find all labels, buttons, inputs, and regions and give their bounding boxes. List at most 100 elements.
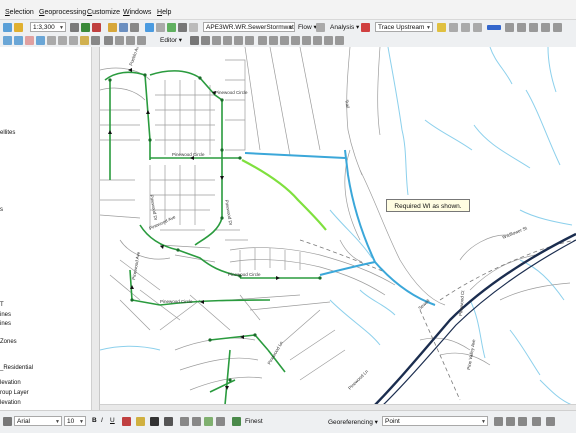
trace-icon[interactable]: [234, 36, 243, 45]
font-color-icon[interactable]: [122, 417, 131, 426]
arctoolbox-icon[interactable]: [108, 23, 117, 32]
point-dropdown[interactable]: Point ▼: [382, 416, 488, 426]
font-size-dropdown[interactable]: 10 ▼: [64, 416, 86, 426]
smoothing-label[interactable]: Finest: [245, 418, 263, 425]
tool-icon[interactable]: [517, 23, 526, 32]
modelbuilder-icon[interactable]: [130, 23, 139, 32]
edit-vertices-icon[interactable]: [258, 36, 267, 45]
color-swatch-icon[interactable]: [487, 25, 501, 30]
tool-icon[interactable]: [506, 417, 515, 426]
flow-menu[interactable]: Flow ▾: [298, 23, 317, 31]
toc-item[interactable]: Zones: [0, 339, 17, 345]
html-popup-icon[interactable]: [189, 23, 198, 32]
python-icon[interactable]: [119, 23, 128, 32]
curve-icon[interactable]: [204, 417, 213, 426]
solve-icon[interactable]: [437, 23, 446, 32]
pan-icon[interactable]: [25, 36, 34, 45]
find-icon[interactable]: [156, 23, 165, 32]
toc-item[interactable]: T: [0, 302, 4, 308]
line-color-icon[interactable]: [150, 417, 159, 426]
measure-icon[interactable]: [167, 23, 176, 32]
identify-icon[interactable]: [145, 23, 154, 32]
toc-item[interactable]: levation: [0, 380, 21, 386]
toc-item[interactable]: roup Layer: [0, 390, 29, 396]
toc-item[interactable]: s: [0, 207, 3, 213]
rotate-icon[interactable]: [302, 36, 311, 45]
menu-customize[interactable]: Customize: [87, 9, 120, 16]
tool-icon[interactable]: [546, 417, 555, 426]
tool-icon[interactable]: [137, 36, 146, 45]
font-dropdown[interactable]: Arial ▼: [14, 416, 62, 426]
hyperlink-icon[interactable]: [178, 23, 187, 32]
select-icon[interactable]: [80, 36, 89, 45]
menu-windows[interactable]: Windows: [123, 9, 151, 16]
zoom-out-icon[interactable]: [14, 36, 23, 45]
toc-item[interactable]: ellites: [0, 130, 15, 136]
open-folder-icon[interactable]: [14, 23, 23, 32]
tool-icon[interactable]: [553, 23, 562, 32]
cut-polygons-icon[interactable]: [280, 36, 289, 45]
reshape-icon[interactable]: [269, 36, 278, 45]
network-layer-dropdown[interactable]: APE3WR.WR.SewerStormwat ▼: [203, 22, 295, 32]
analysis-menu[interactable]: Analysis ▾: [330, 23, 359, 31]
underline-button[interactable]: U: [110, 417, 115, 424]
tool-icon[interactable]: [532, 417, 541, 426]
sketch-properties-icon[interactable]: [324, 36, 333, 45]
edit-tool-icon[interactable]: [190, 36, 199, 45]
smoothing-icon[interactable]: [232, 417, 241, 426]
tool-icon[interactable]: [518, 417, 527, 426]
flag-icon[interactable]: [316, 23, 325, 32]
full-extent-icon[interactable]: [36, 36, 45, 45]
italic-button[interactable]: I: [101, 417, 103, 424]
georeferencing-menu[interactable]: Georeferencing ▾: [328, 418, 378, 426]
map-view[interactable]: Pueblo Ave Pinewood Circle Pinewood Circ…: [100, 47, 576, 410]
trace-task-dropdown[interactable]: Trace Upstream ▼: [375, 22, 433, 32]
pointer-icon[interactable]: [104, 36, 113, 45]
add-feature-icon[interactable]: [180, 417, 189, 426]
point-icon[interactable]: [245, 36, 254, 45]
tool-icon[interactable]: [216, 417, 225, 426]
catalog-icon[interactable]: [81, 23, 90, 32]
tool-icon[interactable]: [126, 36, 135, 45]
back-icon[interactable]: [58, 36, 67, 45]
tool-icon[interactable]: [494, 417, 503, 426]
toc-item[interactable]: ines: [0, 321, 11, 327]
split-icon[interactable]: [291, 36, 300, 45]
toc-scrollbar[interactable]: [91, 47, 99, 410]
required-line: [241, 159, 327, 231]
zoom-in-icon[interactable]: [3, 36, 12, 45]
toc-item[interactable]: _Residential: [0, 365, 33, 371]
clear-results-icon[interactable]: [449, 23, 458, 32]
tool-icon[interactable]: [529, 23, 538, 32]
toc-item[interactable]: ines: [0, 312, 11, 318]
marker-color-icon[interactable]: [164, 417, 173, 426]
straight-segment-icon[interactable]: [212, 36, 221, 45]
barrier-icon[interactable]: [361, 23, 370, 32]
search-icon[interactable]: [92, 23, 101, 32]
endpoint-arc-icon[interactable]: [223, 36, 232, 45]
convert-icon[interactable]: [192, 417, 201, 426]
scale-dropdown[interactable]: 1:3,300 ▼: [30, 22, 66, 32]
menu-help[interactable]: Help: [157, 9, 171, 16]
fill-color-icon[interactable]: [136, 417, 145, 426]
clear-selection-icon[interactable]: [91, 36, 100, 45]
tool-icon[interactable]: [115, 36, 124, 45]
attributes-icon[interactable]: [313, 36, 322, 45]
toc-item[interactable]: levation: [0, 400, 21, 406]
create-features-icon[interactable]: [335, 36, 344, 45]
edit-annotation-icon[interactable]: [201, 36, 210, 45]
editor-toolbar-icon[interactable]: [70, 23, 79, 32]
menu-selection[interactable]: Selection: [5, 9, 34, 16]
bold-button[interactable]: B: [92, 417, 97, 424]
options-icon[interactable]: [461, 23, 470, 32]
settings-icon[interactable]: [473, 23, 482, 32]
editor-menu[interactable]: Editor ▾: [160, 36, 182, 44]
tool-icon[interactable]: [505, 23, 514, 32]
menu-geoprocessing[interactable]: Geoprocessing: [39, 9, 86, 16]
flow-arrows: [108, 68, 280, 390]
tool-icon[interactable]: [541, 23, 550, 32]
forward-icon[interactable]: [69, 36, 78, 45]
add-data-icon[interactable]: [3, 23, 12, 32]
select-elements-icon[interactable]: [3, 417, 12, 426]
fixed-zoom-icon[interactable]: [47, 36, 56, 45]
